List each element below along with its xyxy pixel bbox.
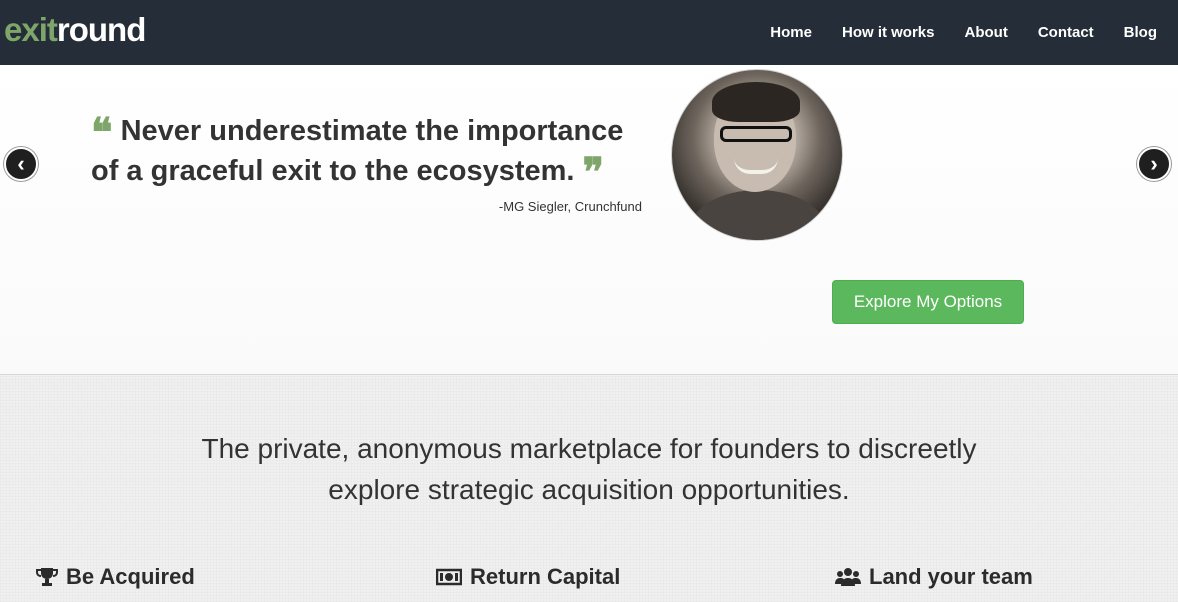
tagline-line-1: The private, anonymous marketplace for f… xyxy=(201,433,977,464)
logo-part-exit: exit xyxy=(4,11,58,48)
explore-options-button[interactable]: Explore My Options xyxy=(832,280,1024,324)
nav-contact[interactable]: Contact xyxy=(1038,24,1094,41)
nav-about[interactable]: About xyxy=(965,24,1008,41)
testimonial-photo xyxy=(671,69,843,241)
close-quote-icon: ❞ xyxy=(582,149,605,196)
logo[interactable]: exitround xyxy=(4,10,146,50)
feature-return-capital: Return Capital xyxy=(436,564,620,590)
feature-label: Be Acquired xyxy=(66,564,195,589)
money-icon xyxy=(436,568,462,586)
chevron-right-icon: › xyxy=(1150,151,1158,176)
feature-land-your-team: Land your team xyxy=(835,564,1033,590)
chevron-left-icon: ‹ xyxy=(17,151,25,176)
trophy-icon xyxy=(36,567,58,587)
logo-part-round: round xyxy=(56,11,146,48)
nav-blog[interactable]: Blog xyxy=(1124,24,1157,41)
quote-text: Never underestimate the importance of a … xyxy=(91,115,624,187)
main-nav: Home How it works About Contact Blog xyxy=(761,0,1178,65)
open-quote-icon: ❝ xyxy=(91,109,113,156)
tagline: The private, anonymous marketplace for f… xyxy=(0,428,1178,510)
nav-home[interactable]: Home xyxy=(770,24,812,41)
feature-label: Land your team xyxy=(869,564,1033,589)
nav-how-it-works[interactable]: How it works xyxy=(842,24,935,41)
navbar: exitround Home How it works About Contac… xyxy=(0,0,1178,65)
carousel-next-button[interactable]: › xyxy=(1137,147,1171,181)
quote-attribution: -MG Siegler, Crunchfund xyxy=(498,199,642,214)
feature-be-acquired: Be Acquired xyxy=(36,564,195,590)
feature-label: Return Capital xyxy=(470,564,621,589)
carousel-prev-button[interactable]: ‹ xyxy=(4,147,38,181)
features-section: The private, anonymous marketplace for f… xyxy=(0,376,1178,602)
hero-carousel: ‹ ❝ Never underestimate the importance o… xyxy=(0,65,1178,375)
group-icon xyxy=(835,567,861,587)
testimonial-quote: ❝ Never underestimate the importance of … xyxy=(91,109,651,193)
tagline-line-2: explore strategic acquisition opportunit… xyxy=(328,474,850,505)
